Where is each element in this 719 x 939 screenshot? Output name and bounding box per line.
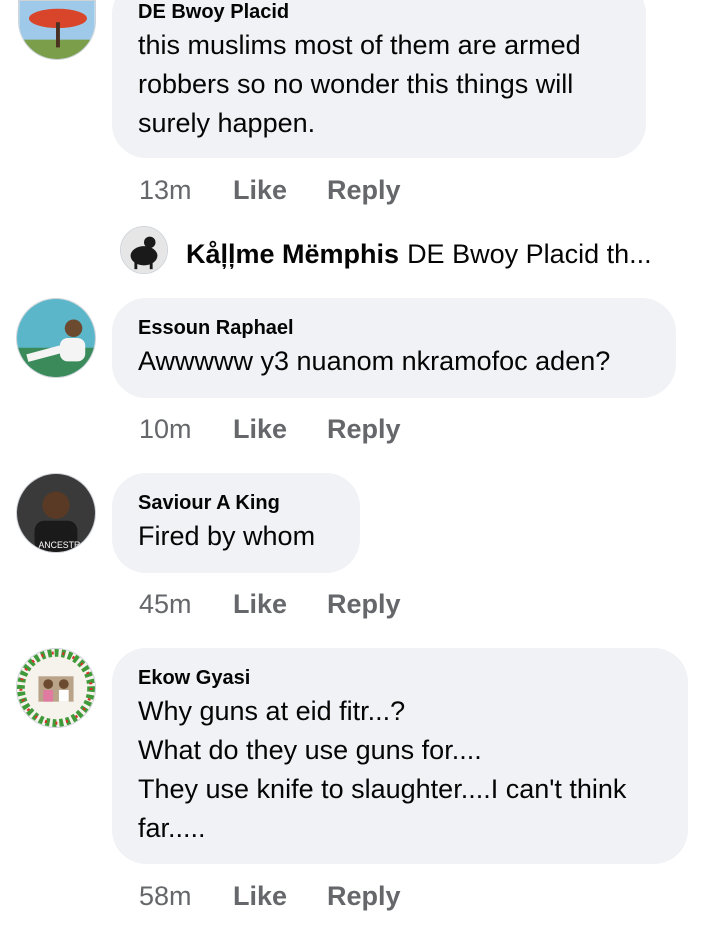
person-avatar-icon: ANCESTR <box>17 474 95 552</box>
comment-author[interactable]: Essoun Raphael <box>138 316 650 340</box>
like-button[interactable]: Like <box>233 174 327 206</box>
comment-time[interactable]: 58m <box>139 880 233 912</box>
like-button[interactable]: Like <box>233 413 327 445</box>
reply-button[interactable]: Reply <box>327 413 401 445</box>
comment-actions: 58m Like Reply <box>139 880 401 912</box>
avatar[interactable] <box>120 226 168 274</box>
family-avatar-icon <box>17 649 95 727</box>
comment-author[interactable]: DE Bwoy Placid <box>138 0 620 24</box>
like-button[interactable]: Like <box>233 880 327 912</box>
comment-time[interactable]: 45m <box>139 588 233 620</box>
reply-button[interactable]: Reply <box>327 880 401 912</box>
reply-button[interactable]: Reply <box>327 174 401 206</box>
comment-text: Awwwww y3 nuanom nkramofoc aden? <box>138 346 611 376</box>
animal-avatar-icon <box>121 227 167 273</box>
reply-preview[interactable]: Kåļļme Mëmphis DE Bwoy Placid th... <box>186 236 676 272</box>
comment-bubble: DE Bwoy Placid this muslims most of them… <box>112 0 646 158</box>
like-button[interactable]: Like <box>233 588 327 620</box>
avatar[interactable]: ANCESTR <box>16 473 96 553</box>
comment-author[interactable]: Saviour A King <box>138 491 334 515</box>
comment-actions: 10m Like Reply <box>139 413 401 445</box>
comment-bubble: Ekow Gyasi Why guns at eid fitr...? What… <box>112 648 688 864</box>
comment-time[interactable]: 10m <box>139 413 233 445</box>
reply-author[interactable]: Kåļļme Mëmphis <box>186 239 399 269</box>
comment-author[interactable]: Ekow Gyasi <box>138 666 662 690</box>
comment-time[interactable]: 13m <box>139 174 233 206</box>
reply-snippet: DE Bwoy Placid th... <box>407 239 652 269</box>
comment-actions: 45m Like Reply <box>139 588 401 620</box>
avatar[interactable] <box>16 298 96 378</box>
reply-button[interactable]: Reply <box>327 588 401 620</box>
comment-text: this muslims most of them are armed robb… <box>138 30 581 138</box>
comment-bubble: Saviour A King Fired by whom <box>112 473 360 573</box>
comment-actions: 13m Like Reply <box>139 174 401 206</box>
svg-text:ANCESTR: ANCESTR <box>38 540 80 550</box>
person-avatar-icon <box>17 299 95 377</box>
comment-text: Fired by whom <box>138 521 316 551</box>
avatar[interactable] <box>18 0 96 60</box>
comment-text: Why guns at eid fitr...? What do they us… <box>138 696 627 843</box>
comment-bubble: Essoun Raphael Awwwww y3 nuanom nkramofo… <box>112 298 676 398</box>
avatar[interactable] <box>16 648 96 728</box>
tree-avatar-icon <box>19 1 95 59</box>
